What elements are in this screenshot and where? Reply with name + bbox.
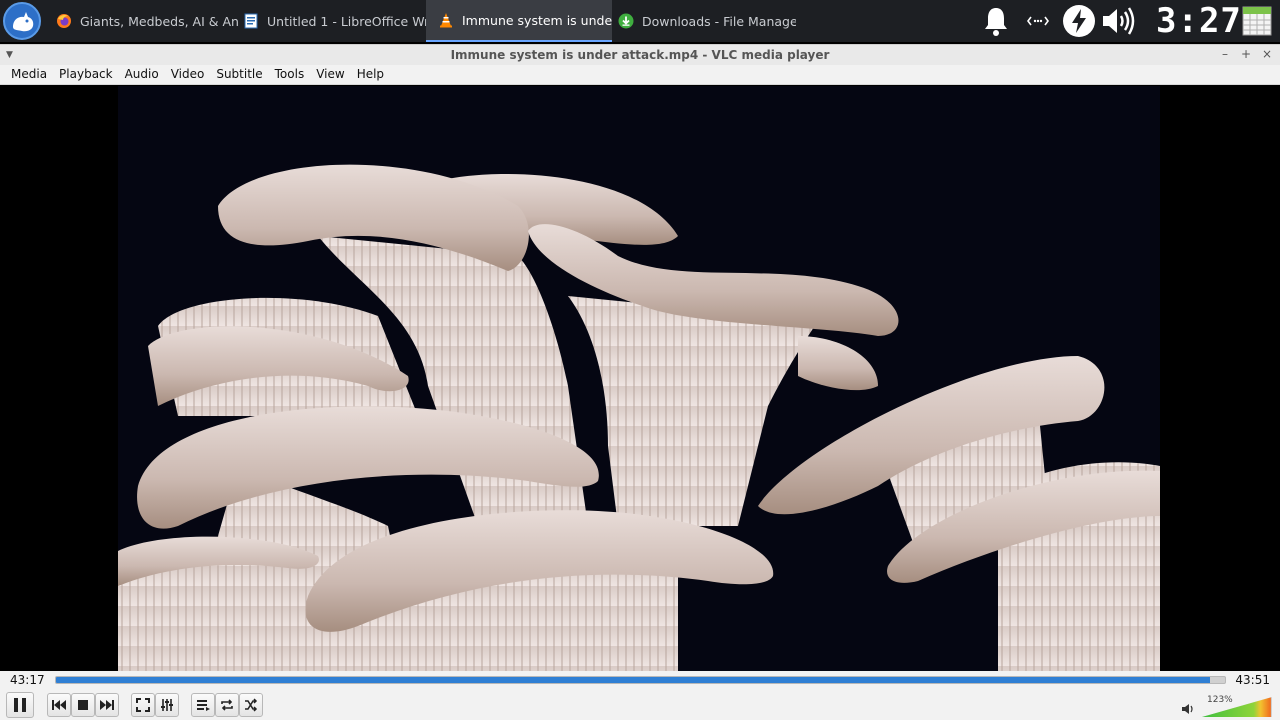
menu-view[interactable]: View [310, 65, 350, 84]
clock[interactable]: 3:27 [1156, 2, 1241, 40]
equalizer-icon [161, 699, 173, 711]
volume-icon[interactable] [1098, 0, 1138, 42]
fullscreen-icon [136, 698, 150, 712]
stop-icon [78, 700, 88, 710]
controls-row: 123% [0, 689, 1280, 720]
network-icon[interactable] [1022, 0, 1054, 42]
seek-row: 43:17 43:51 [0, 671, 1280, 689]
notification-bell-icon[interactable] [978, 0, 1014, 42]
maximize-button[interactable]: + [1239, 47, 1253, 61]
task-vlc[interactable]: Immune system is under att... [426, 0, 612, 42]
close-button[interactable]: × [1260, 47, 1274, 61]
stop-button[interactable] [71, 693, 95, 717]
taskbar: Giants, Medbeds, AI & Anci... Untitled 1… [0, 0, 1280, 42]
shuffle-icon [245, 698, 258, 712]
minimize-button[interactable]: – [1218, 47, 1232, 61]
task-label: Downloads - File Manager [642, 13, 796, 29]
task-libreoffice-writer[interactable]: Untitled 1 - LibreOffice Writer [231, 0, 426, 42]
loop-icon [221, 699, 233, 711]
task-label: Untitled 1 - LibreOffice Writer [267, 13, 426, 29]
video-area[interactable] [0, 86, 1280, 671]
seek-slider[interactable] [55, 676, 1226, 684]
task-label: Immune system is under att... [462, 12, 612, 28]
mushroom-scene-image [118, 86, 1160, 671]
total-time[interactable]: 43:51 [1235, 673, 1270, 687]
loop-button[interactable] [215, 693, 239, 717]
seek-progress-fill [56, 677, 1210, 683]
extended-settings-button[interactable] [155, 693, 179, 717]
menu-tools[interactable]: Tools [269, 65, 311, 84]
playlist-icon [197, 700, 210, 711]
window-titlebar[interactable]: ▼ Immune system is under attack.mp4 - VL… [0, 44, 1280, 65]
menu-subtitle[interactable]: Subtitle [210, 65, 268, 84]
power-icon[interactable] [1060, 0, 1098, 42]
menu-audio[interactable]: Audio [119, 65, 165, 84]
volume-slider[interactable] [1202, 697, 1272, 717]
pause-button[interactable] [6, 692, 34, 718]
calendar-icon[interactable] [1238, 0, 1276, 42]
menu-playback[interactable]: Playback [53, 65, 119, 84]
video-frame [118, 86, 1160, 671]
previous-icon [52, 700, 66, 710]
pause-icon [14, 698, 26, 712]
menu-media[interactable]: Media [5, 65, 53, 84]
next-button[interactable] [95, 693, 119, 717]
task-firefox[interactable]: Giants, Medbeds, AI & Anci... [44, 0, 238, 42]
task-label: Giants, Medbeds, AI & Anci... [80, 13, 238, 29]
window-title: Immune system is under attack.mp4 - VLC … [450, 48, 830, 62]
menu-video[interactable]: Video [165, 65, 211, 84]
task-file-manager[interactable]: Downloads - File Manager [606, 0, 796, 42]
mute-toggle-icon[interactable] [1181, 703, 1195, 715]
fullscreen-button[interactable] [131, 693, 155, 717]
start-menu-button[interactable] [3, 2, 41, 40]
shuffle-button[interactable] [239, 693, 263, 717]
vlc-icon [440, 13, 452, 28]
libreoffice-writer-icon [244, 13, 258, 29]
firefox-icon [57, 14, 71, 28]
playlist-button[interactable] [191, 693, 215, 717]
previous-button[interactable] [47, 693, 71, 717]
menu-help[interactable]: Help [351, 65, 390, 84]
next-icon [100, 700, 114, 710]
menu-bar: Media Playback Audio Video Subtitle Tool… [0, 65, 1280, 85]
elapsed-time[interactable]: 43:17 [10, 673, 45, 687]
xfce-mouse-icon [13, 12, 34, 32]
download-icon [618, 13, 634, 29]
